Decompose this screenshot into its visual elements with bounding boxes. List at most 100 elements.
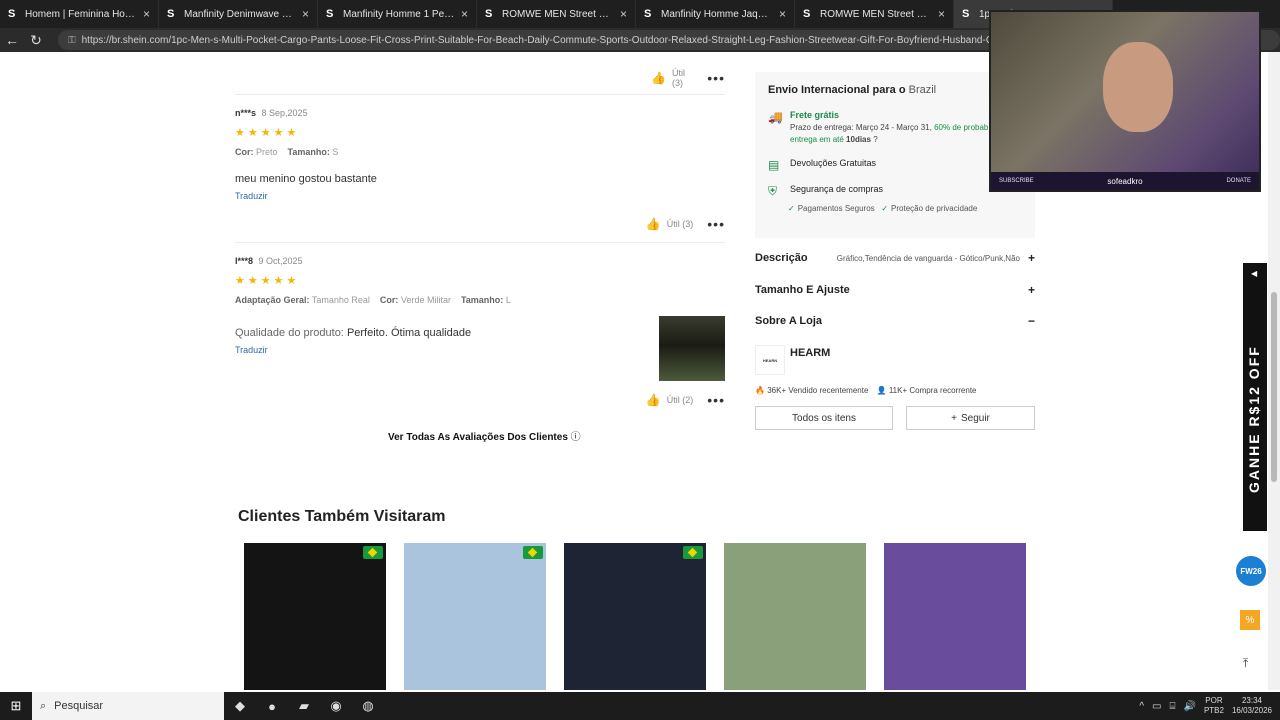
minus-icon: − — [1027, 314, 1035, 328]
thumbs-up-icon[interactable]: 👍 — [651, 71, 666, 85]
helpful-count[interactable]: Útil (3) — [667, 219, 694, 229]
reload-icon[interactable]: ↻ — [24, 32, 48, 49]
subscribe-label: SUBSCRIBE — [999, 178, 1034, 184]
discount-icon[interactable]: % — [1240, 610, 1260, 630]
copilot-icon[interactable]: ◆ — [224, 698, 256, 714]
fw-badge[interactable]: FW26 — [1236, 556, 1266, 586]
translate-link[interactable]: Traduzir — [235, 345, 725, 355]
app-icon[interactable]: ● — [256, 699, 288, 714]
review-date: 9 Oct,2025 — [258, 256, 303, 266]
accordion-value: Gráfico,Tendência de vanguarda - Gótico/… — [836, 253, 1020, 263]
review-divider — [235, 242, 725, 243]
review-username: n***s — [235, 108, 257, 118]
review-photo[interactable] — [659, 316, 725, 381]
more-options-icon[interactable]: ••• — [707, 392, 725, 408]
shein-favicon-icon: S — [485, 8, 493, 20]
stream-bar: SUBSCRIBE sofeadkro DONATE — [991, 172, 1259, 190]
translate-link[interactable]: Traduzir — [235, 191, 725, 201]
browser-tab[interactable]: S Manfinity Homme Jaqueta Denim × — [636, 0, 795, 28]
security-row[interactable]: ⛨ Segurança de compras › — [768, 184, 1022, 199]
delivery-estimate: Prazo de entrega: Março 24 - Março 31, 6… — [790, 123, 989, 144]
review-attributes: Adaptação Geral: Tamanho Real Cor: Verde… — [235, 295, 725, 305]
browser-tab[interactable]: S Manfinity Homme 1 Peça Jaqueta × — [318, 0, 477, 28]
accordion-description[interactable]: Descrição Gráfico,Tendência de vanguarda… — [755, 251, 1035, 265]
review-divider — [235, 94, 725, 95]
follow-label: Seguir — [960, 412, 990, 424]
review-user: l***8 9 Oct,2025 — [235, 256, 725, 266]
tab-title: ROMWE MEN Street Life Calça De — [820, 8, 932, 20]
see-all-reviews-link[interactable]: Ver Todas As Avaliações Dos Clientes ⓘ — [388, 428, 581, 443]
brazil-flag-icon — [683, 546, 703, 559]
helpful-count[interactable]: Útil (3) — [672, 68, 693, 88]
review-date: 8 Sep,2025 — [261, 108, 308, 118]
product-card[interactable] — [404, 543, 546, 690]
tab-title: Manfinity Denimwave Calça Jeans — [184, 8, 296, 20]
accordion-size-fit[interactable]: Tamanho E Ajuste + — [755, 283, 1035, 297]
browser-tab[interactable]: S Manfinity Denimwave Calça Jeans × — [159, 0, 318, 28]
chevron-up-icon[interactable]: ^ — [1139, 701, 1144, 712]
scrollbar-thumb[interactable] — [1271, 292, 1277, 482]
network-icon[interactable]: ⌸ — [1169, 701, 1175, 712]
follow-button[interactable]: + Seguir — [906, 406, 1035, 430]
promo-text: GANHE R$12 OFF — [1246, 345, 1262, 493]
see-all-label: Ver Todas As Avaliações Dos Clientes — [388, 432, 568, 443]
shield-check-icon: ⛨ — [768, 184, 778, 198]
windows-start-icon[interactable]: ⊞ — [0, 698, 32, 714]
helpful-row: 👍 Útil (3) ••• — [646, 216, 725, 232]
language-indicator[interactable]: POR PTB2 — [1204, 696, 1224, 716]
attr-color: Cor: Verde Militar — [379, 295, 451, 305]
more-options-icon[interactable]: ••• — [707, 70, 725, 86]
thumbs-up-icon[interactable]: 👍 — [646, 393, 661, 407]
page-scrollbar[interactable] — [1268, 52, 1280, 690]
store-logo[interactable]: HEARN — [755, 345, 785, 375]
battery-icon[interactable]: ▭ — [1152, 701, 1161, 712]
shein-favicon-icon: S — [644, 8, 652, 20]
accordion-title: Sobre A Loja — [755, 315, 823, 327]
streamer-video — [1103, 42, 1173, 132]
edge-browser-icon[interactable]: ◍ — [352, 698, 384, 714]
browser-tab[interactable]: S ROMWE MEN Street Life Calça De × — [795, 0, 954, 28]
close-icon[interactable]: × — [461, 7, 468, 21]
back-arrow-icon[interactable]: ← — [0, 32, 24, 48]
close-icon[interactable]: × — [620, 7, 627, 21]
volume-icon[interactable]: 🔊 — [1183, 701, 1195, 712]
accordion-about-store[interactable]: Sobre A Loja − — [755, 314, 1035, 328]
promo-side-tab[interactable]: ◀ GANHE R$12 OFF — [1243, 263, 1267, 531]
close-icon[interactable]: × — [302, 7, 309, 21]
browser-tab[interactable]: S ROMWE MEN Street Life Calça Jea × — [477, 0, 636, 28]
truck-icon: 🚚 — [768, 110, 783, 124]
search-icon: ⌕ — [40, 699, 47, 712]
file-explorer-icon[interactable]: ▰ — [288, 698, 320, 714]
product-card[interactable] — [724, 543, 866, 690]
star-rating: ★★★★★ — [235, 127, 300, 139]
close-icon[interactable]: × — [143, 7, 150, 21]
all-items-button[interactable]: Todos os itens — [755, 406, 893, 430]
thumbs-up-icon[interactable]: 👍 — [646, 217, 661, 231]
discord-icon[interactable]: ◉ — [320, 698, 352, 714]
review-text-body: Perfeito. Ótima qualidade — [346, 327, 472, 339]
product-card[interactable] — [564, 543, 706, 690]
back-to-top-icon[interactable]: ⤒ — [1243, 656, 1248, 671]
product-card[interactable] — [244, 543, 386, 690]
store-name[interactable]: HEARM — [790, 347, 830, 359]
product-card[interactable] — [884, 543, 1026, 690]
help-icon[interactable]: ? — [873, 135, 877, 144]
lock-icon: ⚿ — [68, 34, 76, 46]
browser-tab[interactable]: S Homem | Feminina Homem Online × — [0, 0, 159, 28]
more-options-icon[interactable]: ••• — [707, 216, 725, 232]
close-icon[interactable]: × — [938, 7, 945, 21]
helpful-count[interactable]: Útil (2) — [667, 395, 694, 405]
review-item: l***8 9 Oct,2025 ★★★★★ Adaptação Geral: … — [235, 256, 725, 408]
tab-title: Manfinity Homme Jaqueta Denim — [661, 8, 773, 20]
shipping-destination[interactable]: Brazil — [909, 84, 937, 96]
accordion-title: Descrição — [755, 252, 808, 264]
close-icon[interactable]: × — [779, 7, 786, 21]
helpful-row: 👍 Útil (2) ••• — [646, 392, 725, 408]
review-text-label: Qualidade do produto: — [235, 327, 344, 339]
search-placeholder: Pesquisar — [54, 700, 104, 712]
attr-fit: Adaptação Geral: Tamanho Real — [235, 295, 370, 305]
taskbar-search[interactable]: ⌕ Pesquisar — [32, 692, 224, 720]
shein-favicon-icon: S — [167, 8, 175, 20]
shipping-title: Envio Internacional para o Brazil — [768, 84, 937, 96]
clock[interactable]: 23:34 16/03/2026 — [1232, 696, 1272, 716]
